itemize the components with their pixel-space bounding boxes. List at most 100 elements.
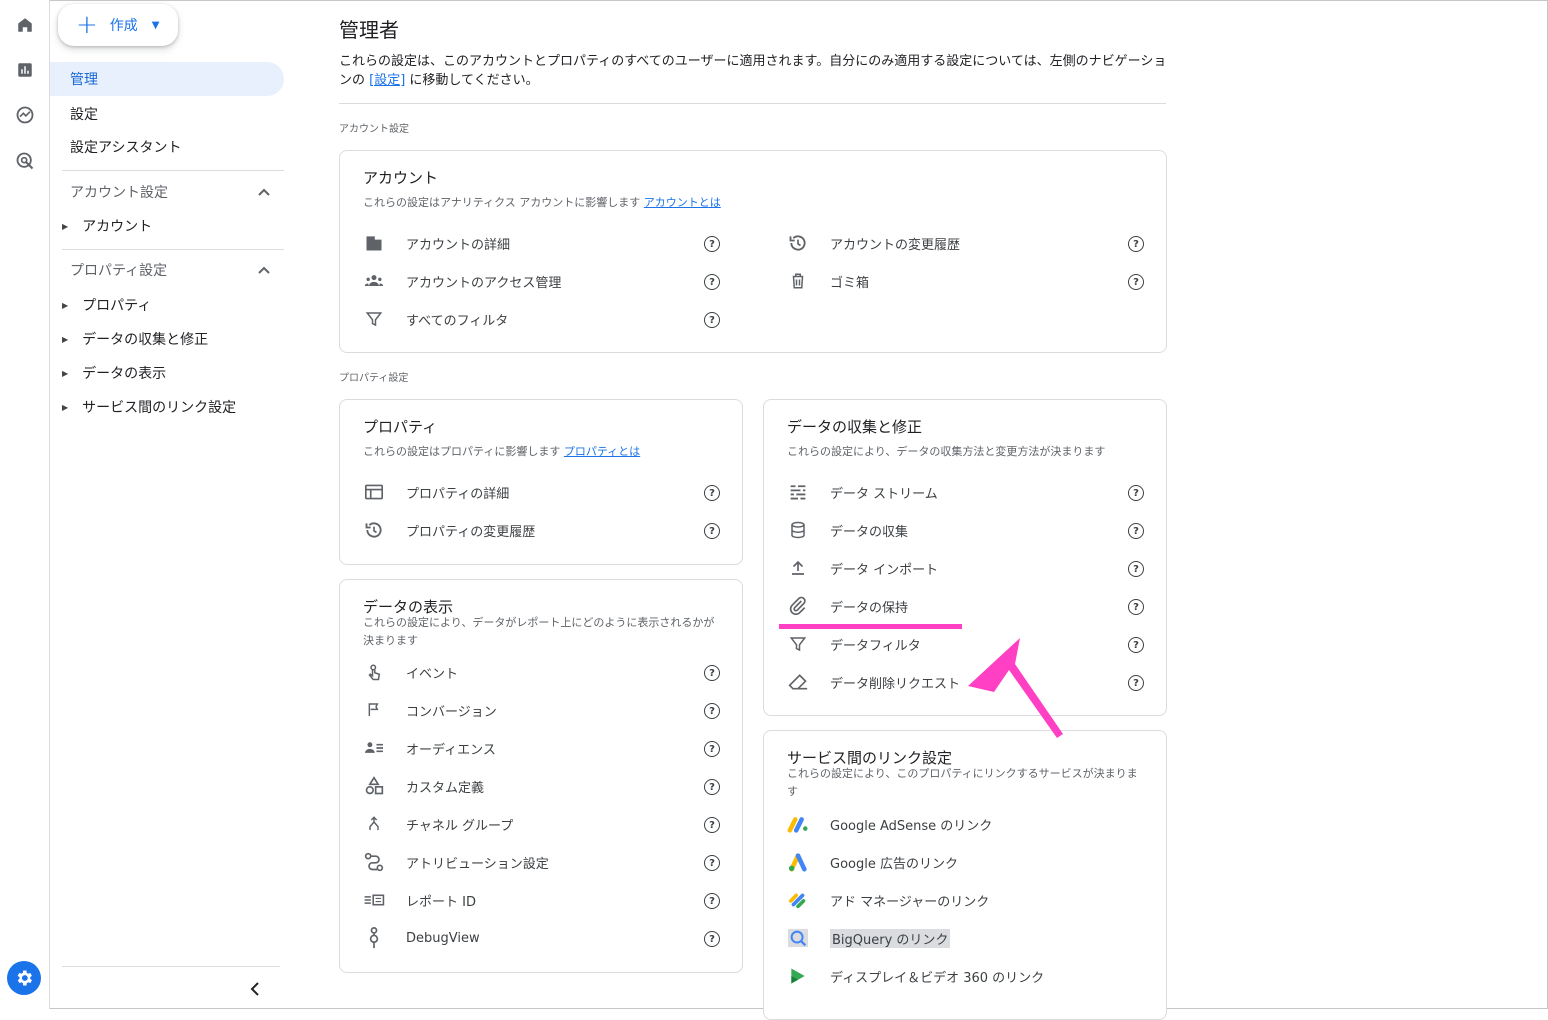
history-icon [786,231,810,255]
dv360-icon [786,964,810,988]
nav-divider [62,249,284,250]
ad-manager-link-row[interactable]: アド マネージャーのリンク [786,885,989,915]
home-icon[interactable] [12,12,38,38]
account-card: アカウント これらの設定はアナリティクス アカウントに影響します アカウントとは… [339,150,1167,353]
audiences-row[interactable]: オーディエンス [362,733,496,763]
nav-sub-property[interactable]: ▶ プロパティ [50,288,151,322]
google-ads-icon [786,850,810,874]
nav-sub-data-display[interactable]: ▶ データの表示 [50,356,166,390]
ad-manager-icon [786,888,810,912]
nav-section-property[interactable]: プロパティ設定 [50,253,284,287]
row-label: イベント [406,666,459,682]
property-card: プロパティ これらの設定はプロパティに影響します プロパティとは プロパティの詳… [339,399,743,565]
account-change-history-row[interactable]: アカウントの変更履歴 [786,228,960,258]
triangle-right-icon: ▶ [62,368,69,378]
help-icon[interactable]: ? [1128,561,1144,577]
debugview-row[interactable]: DebugView [362,923,480,953]
events-row[interactable]: イベント [362,657,458,687]
admin-gear-icon[interactable] [7,961,41,995]
what-is-account-link[interactable]: アカウントとは [644,196,721,209]
advertising-icon[interactable] [12,148,38,174]
nav-item-setup-assistant[interactable]: 設定アシスタント [50,130,181,164]
property-details-row[interactable]: プロパティの詳細 [362,477,509,507]
help-icon[interactable]: ? [704,665,720,681]
dv360-link-row[interactable]: ディスプレイ＆ビデオ 360 のリンク [786,961,1044,991]
help-icon[interactable]: ? [1128,599,1144,615]
collapse-nav-chevron-left-icon[interactable] [250,980,260,1001]
filter-icon [786,632,810,656]
reports-icon[interactable] [12,57,38,83]
nav-sub-account[interactable]: ▶ アカウント [50,209,152,243]
data-retention-row[interactable]: データの保持 [786,591,908,621]
help-icon[interactable]: ? [704,741,720,757]
what-is-property-link[interactable]: プロパティとは [564,445,640,458]
help-icon[interactable]: ? [1128,485,1144,501]
card-desc: これらの設定により、データの収集方法と変更方法が決まります [787,445,1106,458]
account-access-row[interactable]: アカウントのアクセス管理 [362,266,561,296]
conversions-row[interactable]: コンバージョン [362,695,497,725]
caret-down-icon: ▼ [151,19,160,31]
help-icon[interactable]: ? [704,779,720,795]
bigquery-link-row[interactable]: BigQuery のリンク [786,923,951,953]
help-icon[interactable]: ? [1128,637,1144,653]
create-button[interactable]: + 作成 ▼ [58,4,178,46]
adsense-link-row[interactable]: Google AdSense のリンク [786,809,992,839]
attach-icon [786,594,810,618]
trash-row[interactable]: ゴミ箱 [786,266,869,296]
data-filters-row[interactable]: データフィルタ [786,629,921,659]
custom-definitions-row[interactable]: カスタム定義 [362,771,484,801]
help-icon[interactable]: ? [1128,675,1144,691]
nav-sub-label: データの表示 [82,366,167,382]
data-collection-row[interactable]: データの収集 [786,515,908,545]
card-desc: これらの設定はアナリティクス アカウントに影響します アカウントとは [363,194,721,212]
attribution-settings-row[interactable]: アトリビューション設定 [362,847,549,877]
help-icon[interactable]: ? [704,703,720,719]
google-ads-link-row[interactable]: Google 広告のリンク [786,847,958,877]
help-icon[interactable]: ? [704,855,720,871]
row-label: プロパティの詳細 [406,486,510,502]
data-deletion-request-row[interactable]: データ削除リクエスト [786,667,960,697]
card-desc-text: これらの設定はプロパティに影響します [363,445,561,458]
history-icon [362,518,386,542]
help-icon[interactable]: ? [704,312,720,328]
nav-section-account[interactable]: アカウント設定 [50,175,284,209]
row-label: データ削除リクエスト [830,676,961,692]
card-title: データの収集と修正 [787,418,923,436]
report-id-row[interactable]: レポート ID [362,885,476,915]
help-icon[interactable]: ? [704,274,720,290]
nav-sub-data-collection[interactable]: ▶ データの収集と修正 [50,322,208,356]
nav-item-admin[interactable]: 管理 [50,62,284,96]
explore-icon[interactable] [12,102,38,128]
nav-item-settings[interactable]: 設定 [50,97,98,131]
help-icon[interactable]: ? [704,931,720,947]
row-label: Google AdSense のリンク [830,818,993,834]
help-icon[interactable]: ? [704,817,720,833]
data-import-row[interactable]: データ インポート [786,553,938,583]
account-section-label: アカウント設定 [339,124,409,135]
help-icon[interactable]: ? [704,523,720,539]
shapes-icon [362,774,386,798]
route-icon [362,850,386,874]
channel-groups-row[interactable]: チャネル グループ [362,809,513,839]
account-details-row[interactable]: アカウントの詳細 [362,228,510,258]
help-icon[interactable]: ? [704,893,720,909]
nav-sub-label: プロパティ [82,298,152,314]
help-icon[interactable]: ? [1128,274,1144,290]
all-filters-row[interactable]: すべてのフィルタ [362,304,508,334]
help-icon[interactable]: ? [704,485,720,501]
chevron-up-icon [258,266,270,274]
annotation-arrow-icon [968,638,1063,738]
row-label: データ ストリーム [830,486,938,502]
help-icon[interactable]: ? [1128,523,1144,539]
nav-sub-product-links[interactable]: ▶ サービス間のリンク設定 [50,390,236,424]
triangle-right-icon: ▶ [62,334,69,344]
row-label: アカウントの詳細 [406,237,511,253]
building-icon [362,231,386,255]
data-streams-row[interactable]: データ ストリーム [786,477,938,507]
triangle-right-icon: ▶ [62,300,69,310]
help-icon[interactable]: ? [704,236,720,252]
group-icon [362,269,386,293]
settings-link[interactable]: [設定] [369,73,405,88]
help-icon[interactable]: ? [1128,236,1144,252]
property-change-history-row[interactable]: プロパティの変更履歴 [362,515,535,545]
